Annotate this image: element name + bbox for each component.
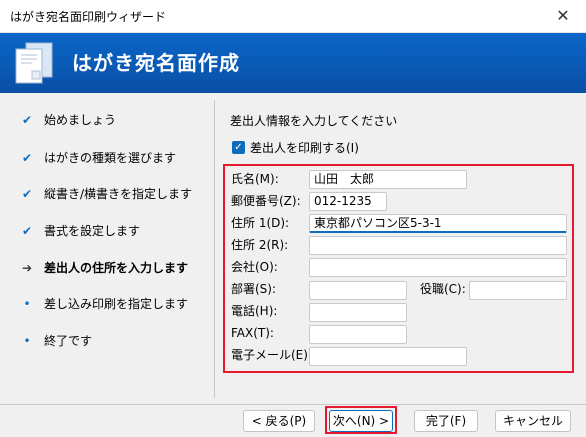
fax-label: FAX(T): bbox=[231, 326, 274, 340]
cancel-button[interactable]: キャンセル bbox=[495, 410, 571, 432]
checkbox-checked-icon[interactable]: ✓ bbox=[232, 141, 245, 154]
step-label: 終了です bbox=[44, 334, 93, 348]
email-field[interactable] bbox=[309, 347, 467, 366]
job-title-label: 役職(C): bbox=[420, 282, 466, 296]
department-label: 部署(S): bbox=[231, 282, 277, 296]
bullet-icon: • bbox=[23, 297, 31, 311]
address1-label: 住所 1(D): bbox=[231, 216, 290, 230]
checkmark-icon: ✔ bbox=[21, 113, 33, 127]
finish-button[interactable]: 完了(F) bbox=[414, 410, 478, 432]
footer-divider bbox=[0, 404, 586, 405]
company-field[interactable] bbox=[309, 258, 567, 277]
wizard-banner: はがき宛名面作成 bbox=[0, 33, 586, 93]
address2-field[interactable] bbox=[309, 236, 567, 255]
address2-label: 住所 2(R): bbox=[231, 238, 289, 252]
checkmark-icon: ✔ bbox=[21, 187, 33, 201]
close-icon[interactable]: ✕ bbox=[548, 2, 578, 30]
step-label: はがきの種類を選びます bbox=[44, 151, 177, 165]
address1-field[interactable]: 東京都パソコン区5-3-1 bbox=[309, 214, 567, 233]
fax-field[interactable] bbox=[309, 325, 407, 344]
step-label: 始めましょう bbox=[44, 113, 117, 127]
arrow-right-icon: ➔ bbox=[21, 261, 33, 275]
step-label: 差し込み印刷を指定します bbox=[44, 297, 189, 311]
department-field[interactable] bbox=[309, 281, 407, 300]
vertical-divider bbox=[214, 100, 215, 398]
company-label: 会社(O): bbox=[231, 260, 278, 274]
step-label: 差出人の住所を入力します bbox=[44, 261, 189, 275]
print-sender-label: 差出人を印刷する(I) bbox=[250, 141, 359, 155]
name-field[interactable]: 山田 太郎 bbox=[309, 170, 467, 189]
form-prompt: 差出人情報を入力してください bbox=[230, 114, 398, 128]
postal-code-field[interactable]: 012-1235 bbox=[309, 192, 387, 211]
job-title-field[interactable] bbox=[469, 281, 567, 300]
step-label: 縦書き/横書きを指定します bbox=[44, 187, 193, 201]
wizard-heading: はがき宛名面作成 bbox=[72, 51, 240, 75]
title-bar: はがき宛名面印刷ウィザード ✕ bbox=[0, 0, 586, 33]
phone-field[interactable] bbox=[309, 303, 407, 322]
name-label: 氏名(M): bbox=[231, 172, 279, 186]
email-label: 電子メール(E) bbox=[231, 348, 308, 362]
next-button-highlight bbox=[325, 406, 397, 434]
window-title: はがき宛名面印刷ウィザード bbox=[10, 10, 167, 24]
bullet-icon: • bbox=[23, 334, 31, 348]
step-label: 書式を設定します bbox=[44, 224, 141, 238]
checkmark-icon: ✔ bbox=[21, 151, 33, 165]
wizard-steps: ✔ 始めましょう ✔ はがきの種類を選びます ✔ 縦書き/横書きを指定します ✔… bbox=[0, 94, 214, 404]
postal-label: 郵便番号(Z): bbox=[231, 194, 301, 208]
checkmark-icon: ✔ bbox=[21, 224, 33, 238]
back-button[interactable]: < 戻る(P) bbox=[243, 410, 315, 432]
phone-label: 電話(H): bbox=[231, 304, 278, 318]
postcard-wizard-icon bbox=[15, 42, 53, 84]
